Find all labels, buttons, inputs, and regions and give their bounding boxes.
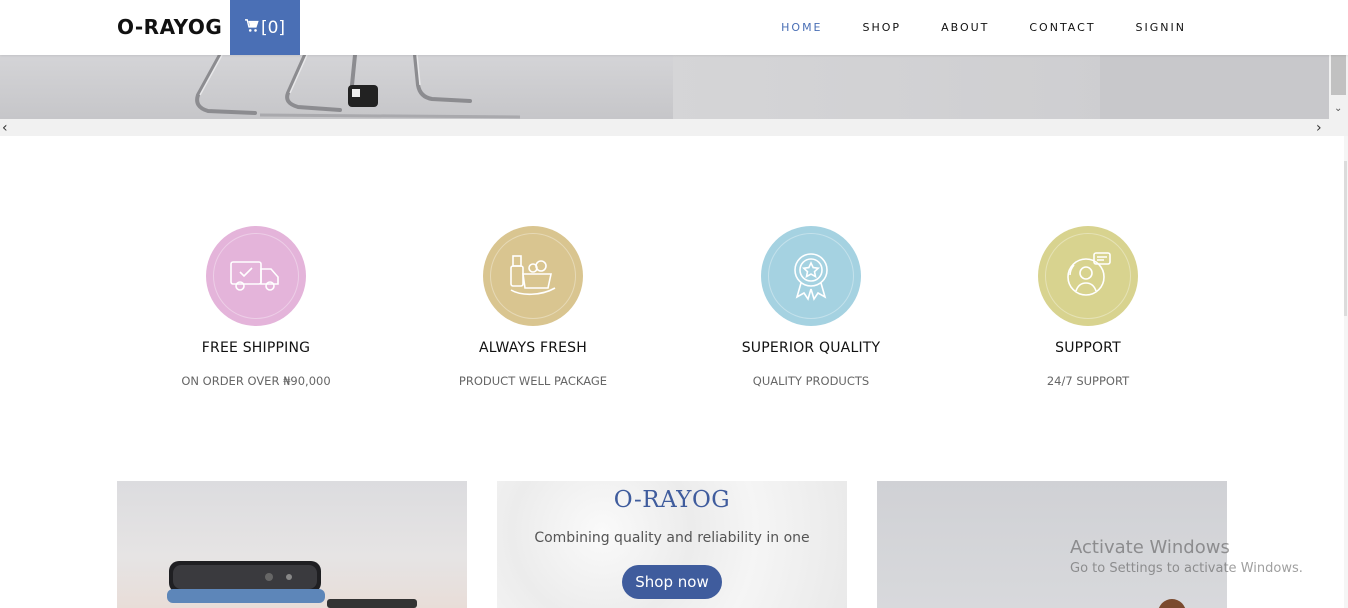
chrome-stand-image xyxy=(195,55,521,119)
scroll-down-icon[interactable]: ⌄ xyxy=(1334,103,1342,114)
feature-title: FREE SHIPPING xyxy=(201,340,311,356)
page-scrollbar[interactable] xyxy=(1344,136,1348,608)
feature-subtitle: 24/7 SUPPORT xyxy=(1046,374,1130,388)
nav-link-signin[interactable]: SIGNIN xyxy=(1116,21,1206,34)
hero-horizontal-scrollbar[interactable]: ‹ › xyxy=(0,119,1348,136)
shop-now-button[interactable]: Shop now xyxy=(622,565,722,599)
feature-support: SUPPORT 24/7 SUPPORT xyxy=(968,226,1208,388)
phones-card-image[interactable] xyxy=(117,481,467,608)
top-navbar: O-RAYOG [0] HOME SHOP ABOUT CONTACT SIGN… xyxy=(0,0,1348,55)
nav-link-about[interactable]: ABOUT xyxy=(921,21,1009,34)
watermark-subtitle: Go to Settings to activate Windows. xyxy=(1070,561,1303,576)
cart-count: [0] xyxy=(260,17,286,38)
scroll-left-icon[interactable]: ‹ xyxy=(2,120,8,136)
promo-text: Combining quality and reliability in one xyxy=(534,530,810,546)
stacked-phones-image xyxy=(167,561,417,608)
hero-image xyxy=(0,55,1329,119)
windows-activation-watermark: Activate Windows Go to Settings to activ… xyxy=(1070,537,1303,576)
feature-title: SUPPORT xyxy=(1055,340,1121,356)
delivery-truck-icon xyxy=(206,226,306,326)
support-agent-icon xyxy=(1038,226,1138,326)
promo-card: O-RAYOG Combining quality and reliabilit… xyxy=(497,481,847,608)
nav-menu: HOME SHOP ABOUT CONTACT SIGNIN xyxy=(761,0,1206,55)
promo-title: O-RAYOG xyxy=(613,487,731,513)
feature-superior-quality: SUPERIOR QUALITY QUALITY PRODUCTS xyxy=(691,226,931,388)
scroll-right-icon[interactable]: › xyxy=(1316,120,1322,136)
nav-link-contact[interactable]: CONTACT xyxy=(1009,21,1115,34)
hero-carousel: ⌄ ‹ › xyxy=(0,55,1348,136)
nav-link-shop[interactable]: SHOP xyxy=(843,21,922,34)
feature-title: SUPERIOR QUALITY xyxy=(741,340,881,356)
watermark-title: Activate Windows xyxy=(1070,537,1230,558)
feature-free-shipping: FREE SHIPPING ON ORDER OVER ₦90,000 xyxy=(136,226,376,388)
cart-icon xyxy=(244,18,259,38)
cart-button[interactable]: [0] xyxy=(230,0,300,55)
hero-vertical-scrollbar[interactable]: ⌄ xyxy=(1329,55,1348,119)
quality-badge-icon xyxy=(761,226,861,326)
nav-link-home[interactable]: HOME xyxy=(761,21,842,34)
grocery-bag-icon xyxy=(483,226,583,326)
feature-always-fresh: ALWAYS FRESH PRODUCT WELL PACKAGE xyxy=(413,226,653,388)
feature-title: ALWAYS FRESH xyxy=(479,340,587,356)
feature-subtitle: PRODUCT WELL PACKAGE xyxy=(458,374,608,388)
feature-subtitle: ON ORDER OVER ₦90,000 xyxy=(181,374,331,388)
brand-logo[interactable]: O-RAYOG xyxy=(117,15,222,39)
feature-subtitle: QUALITY PRODUCTS xyxy=(752,374,870,388)
